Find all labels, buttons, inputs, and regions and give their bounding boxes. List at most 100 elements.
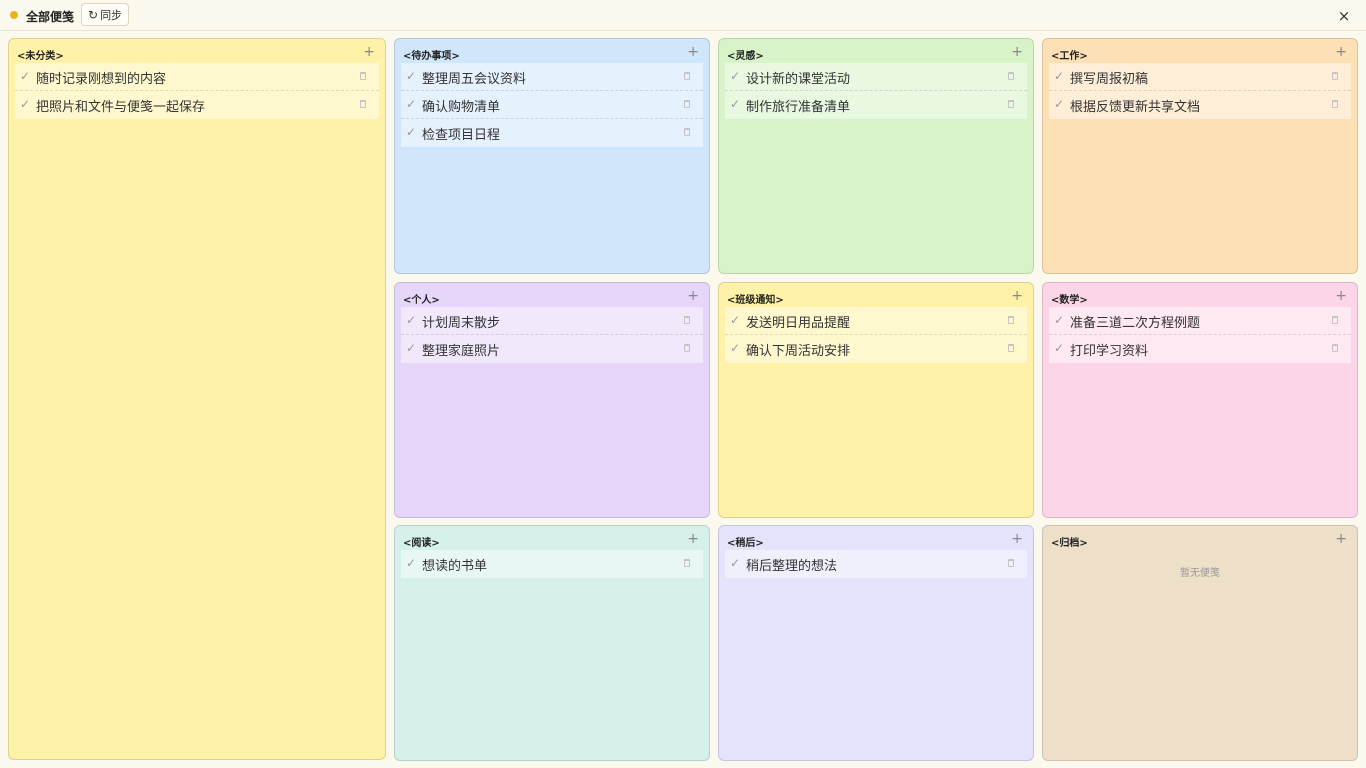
check-icon[interactable]: ✓ bbox=[730, 313, 740, 327]
add-note-icon[interactable]: + bbox=[687, 45, 699, 59]
panel-reading: <阅读> + ✓ 想读的书单 bbox=[394, 525, 710, 761]
note-item[interactable]: ✓ 发送明日用品提醒 bbox=[725, 307, 1027, 335]
check-icon[interactable]: ✓ bbox=[1054, 97, 1064, 111]
check-icon[interactable]: ✓ bbox=[1054, 313, 1064, 327]
panel-header: <未分类> + bbox=[9, 39, 385, 63]
panel-title: <灵感> bbox=[727, 51, 764, 62]
note-item[interactable]: ✓ 准备三道二次方程例题 bbox=[1049, 307, 1351, 335]
note-item[interactable]: ✓ 整理周五会议资料 bbox=[401, 63, 703, 91]
add-note-icon[interactable]: + bbox=[1011, 532, 1023, 546]
note-item[interactable]: ✓ 确认下周活动安排 bbox=[725, 335, 1027, 363]
trash-icon[interactable] bbox=[360, 100, 366, 108]
check-icon[interactable]: ✓ bbox=[730, 556, 740, 570]
note-text: 打印学习资料 bbox=[1070, 344, 1149, 359]
panel-later: <稍后> + ✓ 稍后整理的想法 bbox=[718, 525, 1034, 761]
trash-icon[interactable] bbox=[684, 316, 690, 324]
check-icon[interactable]: ✓ bbox=[406, 125, 416, 139]
note-item[interactable]: ✓ 确认购物清单 bbox=[401, 91, 703, 119]
panel-title: <未分类> bbox=[17, 51, 64, 62]
empty-state-text: 暂无便笺 bbox=[1180, 568, 1220, 579]
note-text: 制作旅行准备清单 bbox=[746, 100, 851, 115]
trash-icon[interactable] bbox=[1008, 344, 1014, 352]
check-icon[interactable]: ✓ bbox=[1054, 341, 1064, 355]
trash-icon[interactable] bbox=[1332, 72, 1338, 80]
check-icon[interactable]: ✓ bbox=[20, 69, 30, 83]
panel-class: <班级通知> + ✓ 发送明日用品提醒 ✓ 确认下周活动安排 bbox=[718, 282, 1034, 518]
panel-header: <班级通知> + bbox=[719, 283, 1033, 307]
trash-icon[interactable] bbox=[1332, 316, 1338, 324]
sync-button[interactable]: ↻ 同步 bbox=[81, 3, 130, 26]
note-item[interactable]: ✓ 稍后整理的想法 bbox=[725, 550, 1027, 578]
trash-icon[interactable] bbox=[684, 72, 690, 80]
panel-todo: <待办事项> + ✓ 整理周五会议资料 ✓ 确认购物清单 ✓ 检查项目日程 bbox=[394, 38, 710, 274]
add-note-icon[interactable]: + bbox=[1011, 289, 1023, 303]
trash-icon[interactable] bbox=[360, 72, 366, 80]
panel-title: <稍后> bbox=[727, 538, 764, 549]
add-note-icon[interactable]: + bbox=[1335, 289, 1347, 303]
note-item[interactable]: ✓ 计划周末散步 bbox=[401, 307, 703, 335]
add-note-icon[interactable]: + bbox=[363, 45, 375, 59]
check-icon[interactable]: ✓ bbox=[406, 341, 416, 355]
sync-button-label: 同步 bbox=[100, 8, 123, 22]
add-note-icon[interactable]: + bbox=[1011, 45, 1023, 59]
trash-icon[interactable] bbox=[1332, 344, 1338, 352]
note-item[interactable]: ✓ 随时记录刚想到的内容 bbox=[15, 63, 379, 91]
check-icon[interactable]: ✓ bbox=[406, 313, 416, 327]
note-item[interactable]: ✓ 打印学习资料 bbox=[1049, 335, 1351, 363]
note-text: 整理家庭照片 bbox=[422, 344, 501, 359]
check-icon[interactable]: ✓ bbox=[406, 556, 416, 570]
note-item[interactable]: ✓ 把照片和文件与便笺一起保存 bbox=[15, 91, 379, 119]
panel-header: <灵感> + bbox=[719, 39, 1033, 63]
note-list: ✓ 随时记录刚想到的内容 ✓ 把照片和文件与便笺一起保存 bbox=[15, 63, 379, 119]
check-icon[interactable]: ✓ bbox=[406, 69, 416, 83]
panel-header: <稍后> + bbox=[719, 526, 1033, 550]
add-note-icon[interactable]: + bbox=[1335, 532, 1347, 546]
add-note-icon[interactable]: + bbox=[687, 289, 699, 303]
note-text: 撰写周报初稿 bbox=[1070, 72, 1149, 87]
note-item[interactable]: ✓ 检查项目日程 bbox=[401, 119, 703, 147]
panel-title: <班级通知> bbox=[727, 295, 784, 306]
panel-inspiration: <灵感> + ✓ 设计新的课堂活动 ✓ 制作旅行准备清单 bbox=[718, 38, 1034, 274]
check-icon[interactable]: ✓ bbox=[730, 69, 740, 83]
note-list: ✓ 计划周末散步 ✓ 整理家庭照片 bbox=[401, 307, 703, 363]
add-note-icon[interactable]: + bbox=[1335, 45, 1347, 59]
check-icon[interactable]: ✓ bbox=[1054, 69, 1064, 83]
note-text: 准备三道二次方程例题 bbox=[1070, 316, 1201, 331]
note-list: ✓ 设计新的课堂活动 ✓ 制作旅行准备清单 bbox=[725, 63, 1027, 119]
panel-archive: <归档> + 暂无便笺 bbox=[1042, 525, 1358, 761]
check-icon[interactable]: ✓ bbox=[730, 341, 740, 355]
note-text: 发送明日用品提醒 bbox=[746, 316, 851, 331]
note-item[interactable]: ✓ 设计新的课堂活动 bbox=[725, 63, 1027, 91]
close-button[interactable]: × bbox=[1336, 8, 1352, 24]
add-note-icon[interactable]: + bbox=[687, 532, 699, 546]
panel-header: <个人> + bbox=[395, 283, 709, 307]
note-text: 设计新的课堂活动 bbox=[746, 72, 851, 87]
trash-icon[interactable] bbox=[684, 559, 690, 567]
note-item[interactable]: ✓ 想读的书单 bbox=[401, 550, 703, 578]
trash-icon[interactable] bbox=[1008, 72, 1014, 80]
note-list: ✓ 撰写周报初稿 ✓ 根据反馈更新共享文档 bbox=[1049, 63, 1351, 119]
note-text: 确认下周活动安排 bbox=[746, 344, 851, 359]
trash-icon[interactable] bbox=[684, 100, 690, 108]
panel-title: <工作> bbox=[1051, 51, 1088, 62]
panel-header: <阅读> + bbox=[395, 526, 709, 550]
trash-icon[interactable] bbox=[684, 344, 690, 352]
panel-header: <工作> + bbox=[1043, 39, 1357, 63]
check-icon[interactable]: ✓ bbox=[730, 97, 740, 111]
trash-icon[interactable] bbox=[1008, 559, 1014, 567]
check-icon[interactable]: ✓ bbox=[20, 97, 30, 111]
note-item[interactable]: ✓ 撰写周报初稿 bbox=[1049, 63, 1351, 91]
note-item[interactable]: ✓ 根据反馈更新共享文档 bbox=[1049, 91, 1351, 119]
panel-title: <阅读> bbox=[403, 538, 440, 549]
check-icon[interactable]: ✓ bbox=[406, 97, 416, 111]
trash-icon[interactable] bbox=[1008, 316, 1014, 324]
note-text: 计划周末散步 bbox=[422, 316, 501, 331]
note-text: 把照片和文件与便笺一起保存 bbox=[36, 100, 206, 115]
note-item[interactable]: ✓ 整理家庭照片 bbox=[401, 335, 703, 363]
trash-icon[interactable] bbox=[684, 128, 690, 136]
trash-icon[interactable] bbox=[1008, 100, 1014, 108]
note-item[interactable]: ✓ 制作旅行准备清单 bbox=[725, 91, 1027, 119]
note-text: 想读的书单 bbox=[422, 559, 488, 574]
note-text: 根据反馈更新共享文档 bbox=[1070, 100, 1201, 115]
trash-icon[interactable] bbox=[1332, 100, 1338, 108]
